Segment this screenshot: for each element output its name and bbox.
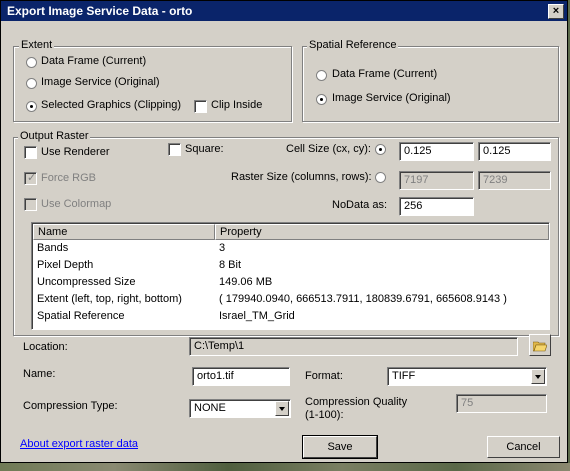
window-title: Export Image Service Data - orto — [7, 4, 193, 18]
close-icon: × — [552, 5, 560, 17]
use-colormap-checkbox[interactable] — [24, 198, 37, 211]
properties-list: Name Property Bands 3 Pixel Depth 8 Bit … — [31, 222, 550, 330]
list-item: Uncompressed Size 149.06 MB — [32, 274, 549, 291]
force-rgb-label[interactable]: Force RGB — [41, 172, 96, 184]
list-item: Extent (left, top, right, bottom) ( 1799… — [32, 291, 549, 308]
property-name: Bands — [37, 242, 69, 254]
extent-selected-graphics-radio[interactable] — [26, 101, 37, 112]
compression-type-value: NONE — [194, 402, 226, 414]
use-renderer-checkbox[interactable] — [24, 146, 37, 159]
cell-size-x-input[interactable]: 0.125 — [399, 142, 474, 161]
extent-group-title: Extent — [19, 39, 55, 52]
chevron-down-icon[interactable] — [531, 369, 545, 384]
use-colormap-label[interactable]: Use Colormap — [41, 198, 111, 210]
raster-size-radio[interactable] — [375, 172, 386, 183]
property-value: 8 Bit — [219, 259, 242, 271]
output-raster-title: Output Raster — [18, 130, 91, 143]
extent-selected-graphics-label[interactable]: Selected Graphics (Clipping) — [41, 99, 181, 111]
property-value: Israel_TM_Grid — [219, 310, 295, 322]
about-export-link[interactable]: About export raster data — [20, 438, 138, 450]
property-value: 149.06 MB — [219, 276, 273, 288]
nodata-label: NoData as: — [332, 199, 388, 211]
location-input[interactable]: C:\Temp\1 — [189, 337, 518, 356]
extent-image-service-radio[interactable] — [26, 78, 37, 89]
force-rgb-checkbox[interactable]: ✓ — [24, 172, 37, 185]
close-button[interactable]: × — [548, 4, 564, 19]
title-bar: Export Image Service Data - orto × — [1, 1, 567, 21]
square-label[interactable]: Square: — [185, 143, 224, 155]
use-renderer-label[interactable]: Use Renderer — [41, 146, 109, 158]
cell-size-label: Cell Size (cx, cy): — [286, 143, 371, 155]
raster-size-label: Raster Size (columns, rows): — [231, 171, 372, 183]
format-value: TIFF — [392, 370, 416, 382]
export-dialog: Export Image Service Data - orto × Exten… — [0, 0, 568, 463]
cell-size-y-input[interactable]: 0.125 — [478, 142, 551, 161]
clip-inside-label[interactable]: Clip Inside — [211, 99, 262, 111]
location-label: Location: — [23, 341, 68, 353]
sr-image-service-radio[interactable] — [316, 94, 327, 105]
format-label: Format: — [305, 370, 343, 382]
property-name: Extent (left, top, right, bottom) — [37, 293, 182, 305]
extent-data-frame-label[interactable]: Data Frame (Current) — [41, 55, 146, 67]
column-header-name[interactable]: Name — [33, 224, 215, 240]
square-checkbox[interactable] — [168, 143, 181, 156]
folder-open-icon — [532, 339, 548, 352]
property-name: Pixel Depth — [37, 259, 94, 271]
property-value: ( 179940.0940, 666513.7911, 180839.6791,… — [219, 293, 507, 305]
clip-inside-checkbox[interactable] — [194, 100, 207, 113]
list-item: Spatial Reference Israel_TM_Grid — [32, 308, 549, 325]
cell-size-radio[interactable] — [375, 144, 386, 155]
property-value: 3 — [219, 242, 226, 254]
compression-quality-range-label: (1-100): — [305, 409, 344, 421]
list-item: Bands 3 — [32, 240, 549, 257]
chevron-down-icon[interactable] — [275, 401, 289, 416]
compression-quality-input[interactable]: 75 — [456, 394, 547, 413]
desktop-background — [0, 463, 570, 471]
property-name: Spatial Reference — [37, 310, 125, 322]
browse-button[interactable] — [529, 334, 551, 356]
property-name: Uncompressed Size — [37, 276, 136, 288]
checkmark-icon: ✓ — [27, 172, 37, 184]
extent-image-service-label[interactable]: Image Service (Original) — [41, 76, 160, 88]
raster-rows-input[interactable]: 7239 — [478, 171, 551, 190]
name-label: Name: — [23, 368, 56, 380]
compression-type-select[interactable]: NONE — [189, 399, 291, 418]
sr-image-service-label[interactable]: Image Service (Original) — [332, 92, 451, 104]
sr-data-frame-label[interactable]: Data Frame (Current) — [332, 68, 437, 80]
list-item: Pixel Depth 8 Bit — [32, 257, 549, 274]
compression-type-label: Compression Type: — [23, 400, 118, 412]
format-select[interactable]: TIFF — [387, 367, 547, 386]
extent-data-frame-radio[interactable] — [26, 57, 37, 68]
cancel-button[interactable]: Cancel — [487, 436, 560, 458]
spatial-reference-group — [302, 46, 559, 122]
sr-data-frame-radio[interactable] — [316, 70, 327, 81]
name-input[interactable]: orto1.tif — [192, 367, 290, 386]
save-button[interactable]: Save — [302, 435, 378, 459]
raster-columns-input[interactable]: 7197 — [399, 171, 474, 190]
column-header-property[interactable]: Property — [215, 224, 549, 240]
spatial-reference-title: Spatial Reference — [307, 39, 399, 52]
compression-quality-label: Compression Quality — [305, 396, 408, 408]
nodata-input[interactable]: 256 — [399, 197, 474, 216]
